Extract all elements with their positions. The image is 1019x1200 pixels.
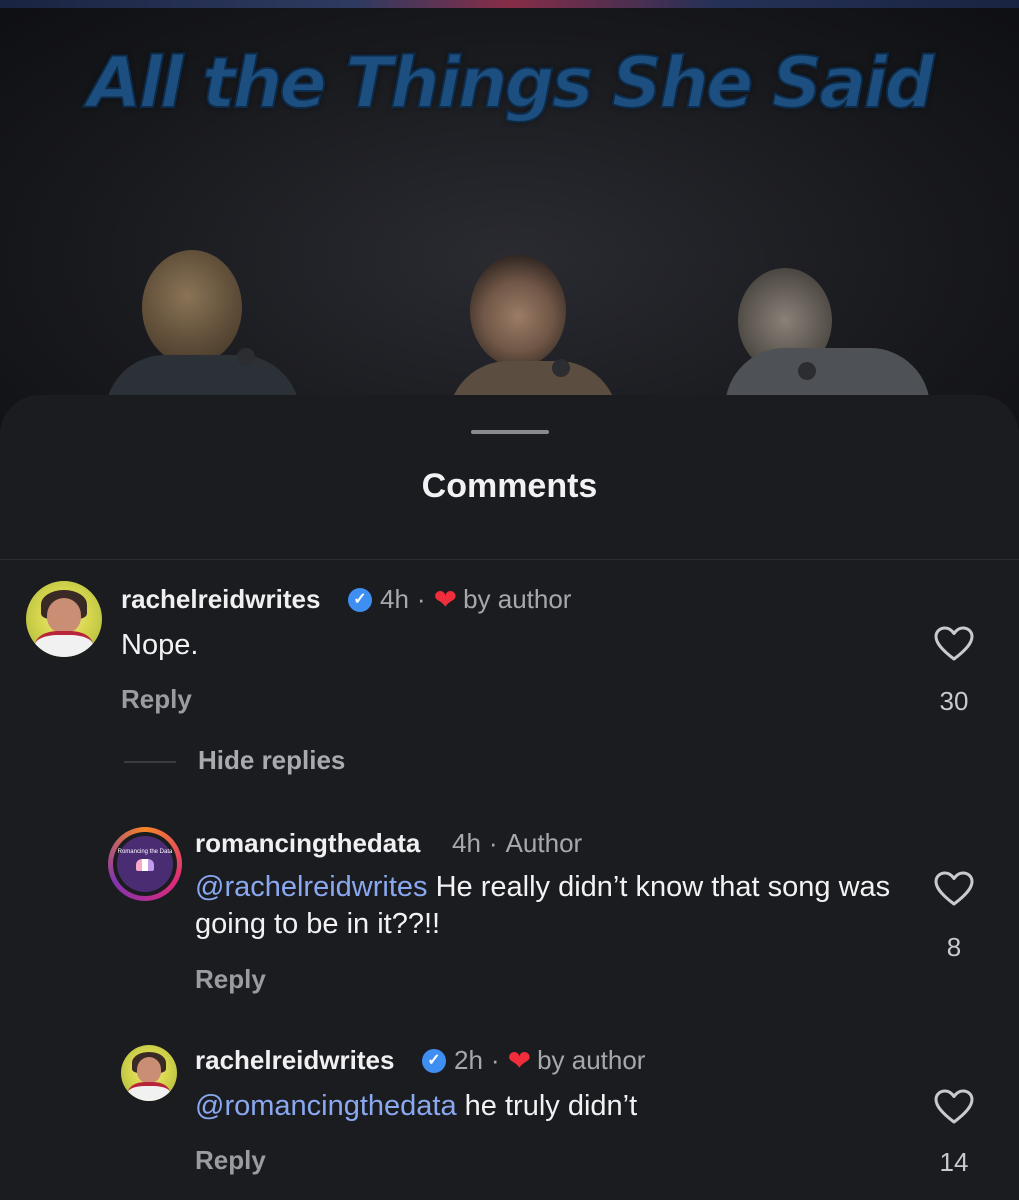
meta-separator: · (488, 828, 498, 858)
avatar[interactable] (26, 581, 102, 657)
meta-separator: · (490, 1045, 500, 1075)
logo-heart-icon (136, 859, 154, 871)
comments-sheet: Comments rachelreidwrites ✓ 4h · ❤ by au… (0, 395, 1019, 1200)
mention-link[interactable]: @rachelreidwrites (195, 871, 428, 903)
comment-meta: ✓ 4h · ❤ by author (348, 584, 571, 615)
avatar[interactable] (121, 1045, 177, 1101)
comment-time: 4h (380, 584, 409, 614)
comment-meta: ✓ 2h · ❤ by author (422, 1045, 645, 1076)
stage-banner-stripe (0, 0, 1019, 8)
video-backdrop: All the Things She Said (0, 0, 1019, 430)
comment-username[interactable]: rachelreidwrites (121, 584, 320, 615)
brand-logo: Romancing the Data (117, 836, 173, 892)
mention-link[interactable]: @romancingthedata (195, 1090, 457, 1122)
meta-separator: · (416, 584, 426, 614)
like-count: 30 (939, 686, 969, 716)
reply-button[interactable]: Reply (195, 1145, 266, 1176)
author-badge: Author (505, 828, 583, 858)
avatar[interactable]: Romancing the Data (108, 827, 182, 901)
comment-text: @romancingthedata he truly didn’t (195, 1088, 637, 1125)
avatar-logo-text: Romancing the Data (117, 849, 173, 855)
liked-by-author: by author (537, 1045, 646, 1075)
divider (0, 559, 1019, 560)
comment-text: Nope. (121, 629, 199, 661)
heart-icon: ❤ (433, 583, 458, 615)
comment-username[interactable]: romancingthedata (195, 828, 420, 859)
heart-icon: ❤ (507, 1044, 532, 1076)
comment-text: @rachelreidwrites He really didn’t know … (195, 869, 895, 943)
like-heart-icon[interactable] (934, 626, 974, 662)
reply-button[interactable]: Reply (121, 684, 192, 715)
reply-button[interactable]: Reply (195, 964, 266, 995)
like-count: 14 (939, 1147, 969, 1177)
comment-meta: 4h · Author (452, 828, 582, 859)
comment-username[interactable]: rachelreidwrites (195, 1045, 394, 1076)
comment-time: 2h (454, 1045, 483, 1075)
like-heart-icon[interactable] (934, 871, 974, 907)
thread-line (124, 761, 176, 763)
like-heart-icon[interactable] (934, 1089, 974, 1125)
verified-badge-icon: ✓ (348, 587, 372, 612)
hide-replies-button[interactable]: Hide replies (198, 745, 345, 776)
sheet-title: Comments (421, 467, 598, 505)
sheet-drag-handle[interactable] (471, 430, 549, 434)
comment-time: 4h (452, 828, 481, 858)
liked-by-author: by author (463, 584, 572, 614)
like-count: 8 (946, 932, 962, 962)
comment-body: he truly didn’t (464, 1090, 638, 1122)
verified-badge-icon: ✓ (422, 1048, 446, 1073)
video-title: All the Things She Said (86, 41, 935, 125)
